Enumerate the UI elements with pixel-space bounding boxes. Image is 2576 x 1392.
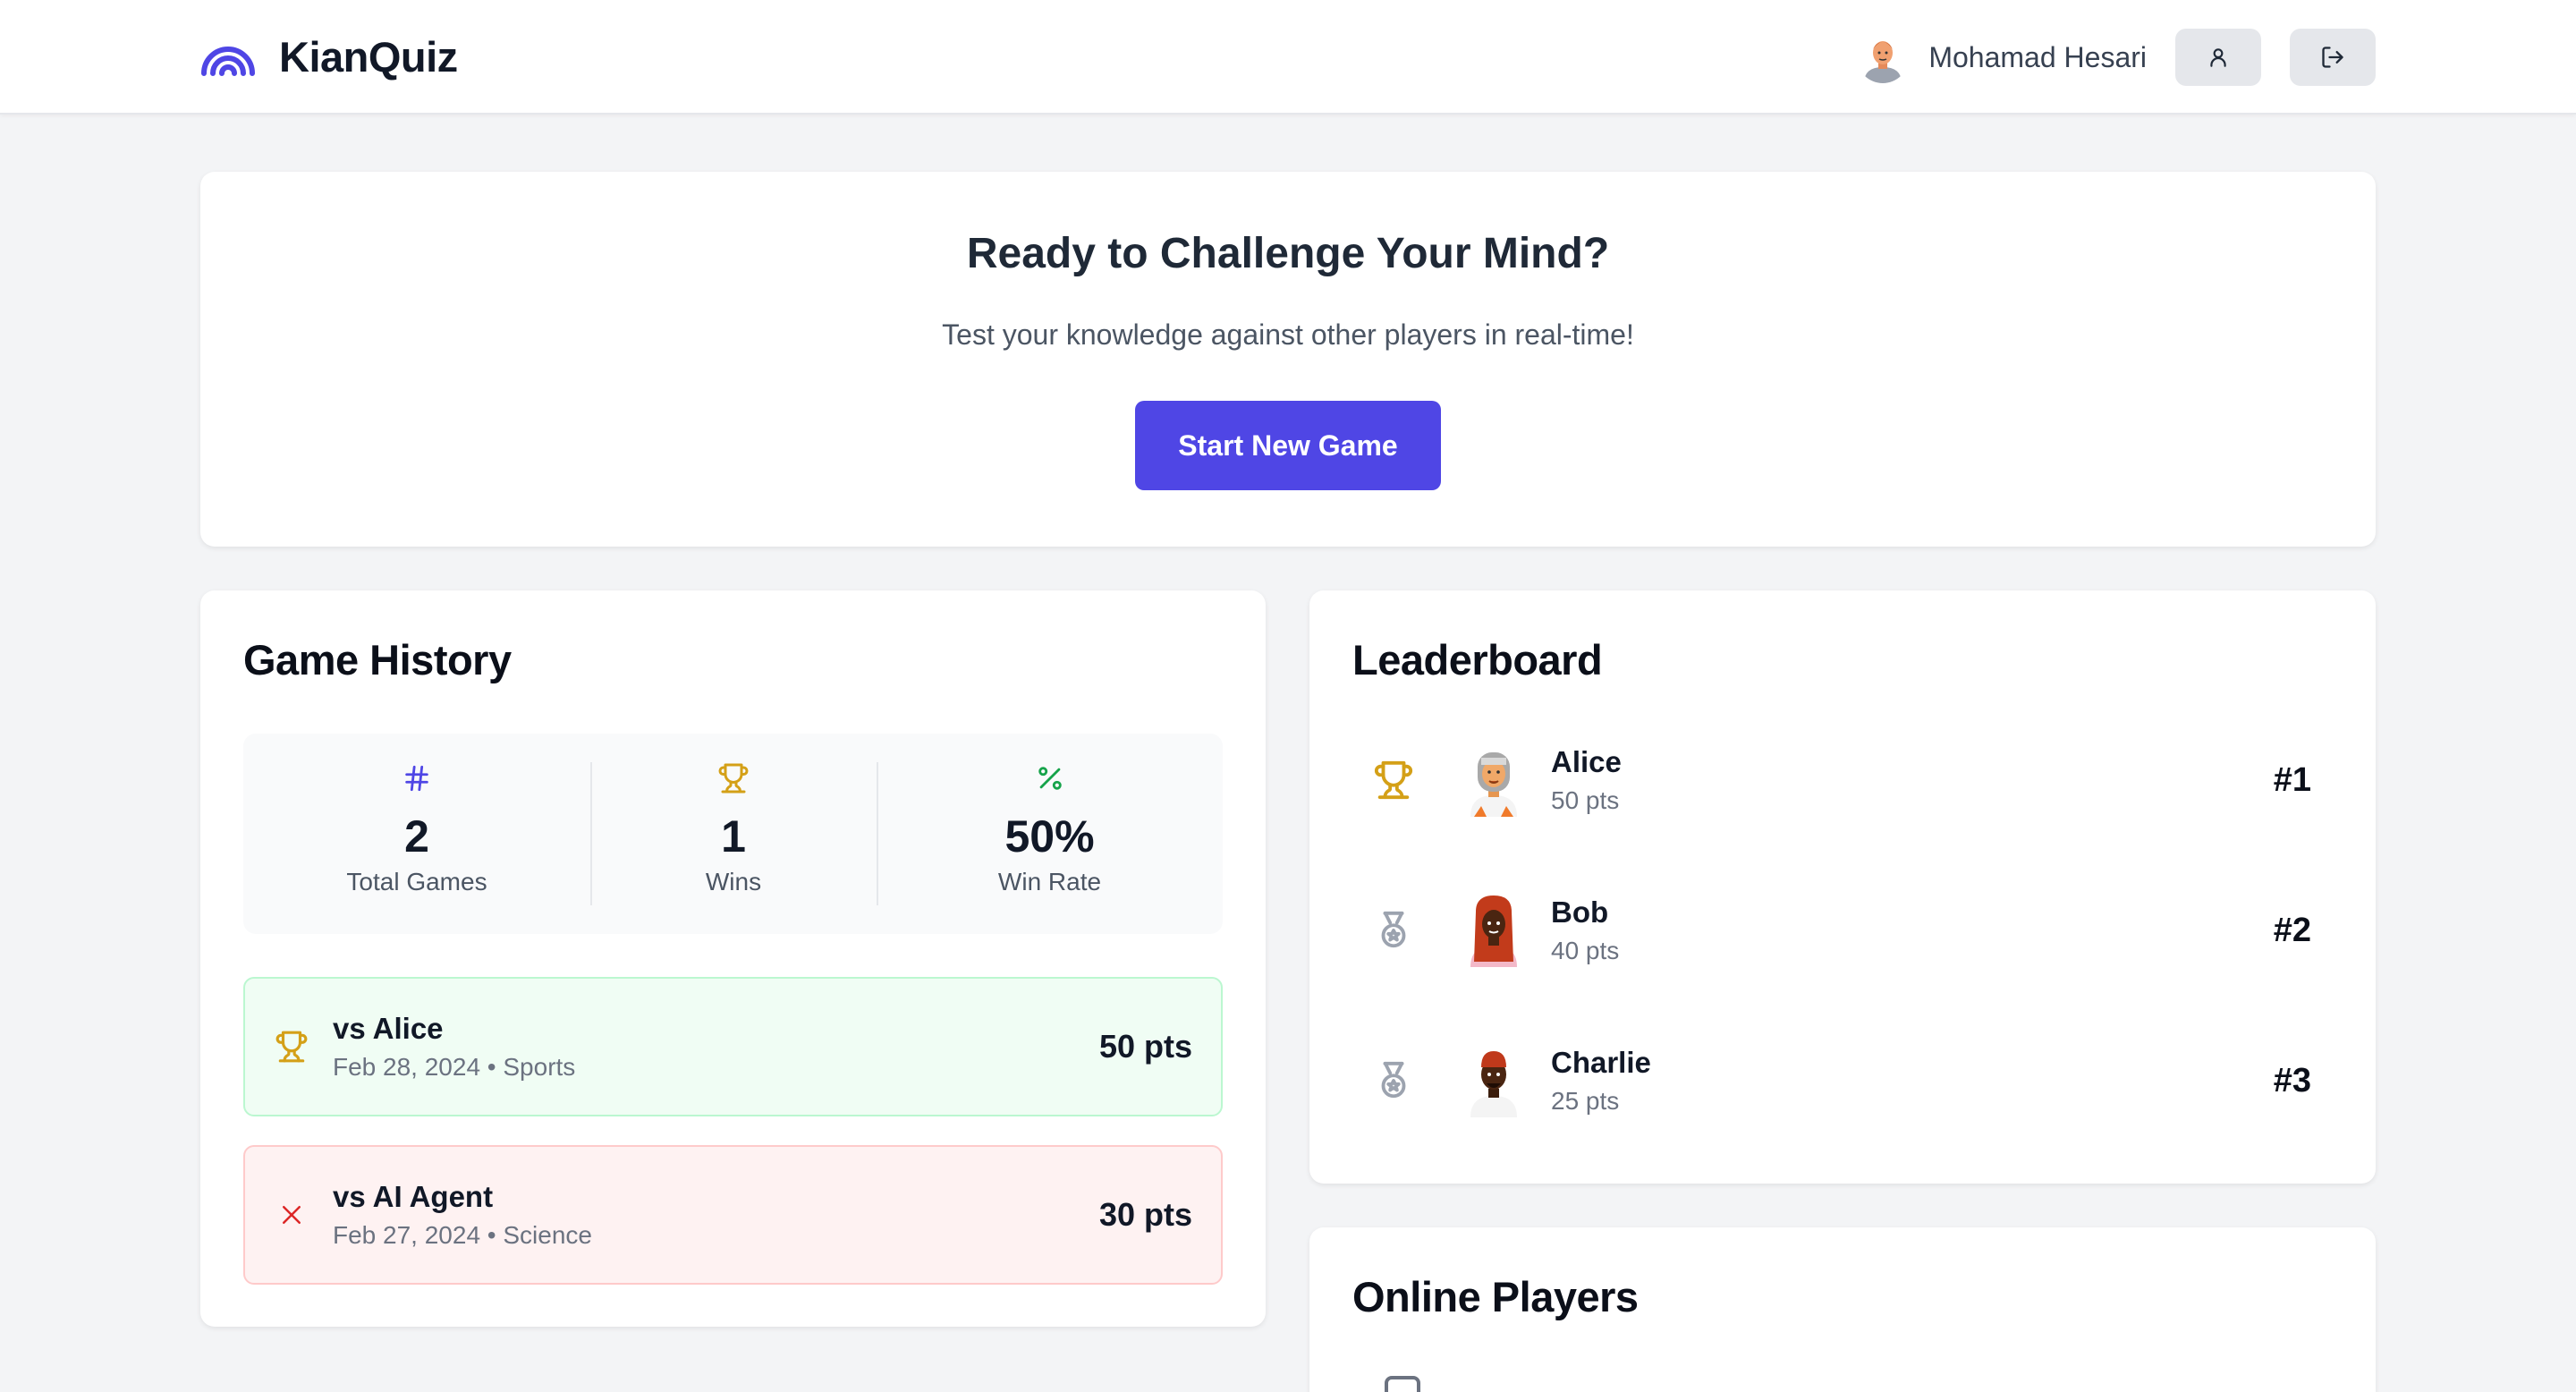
user-name: Mohamad Hesari <box>1928 40 2147 73</box>
leaderboard-row[interactable]: Bob 40 pts #2 <box>1352 877 2333 984</box>
player-rank: #2 <box>2273 911 2311 949</box>
brand-logo-icon <box>201 46 255 76</box>
game-history-item[interactable]: vs Alice Feb 28, 2024 • Sports 50 pts <box>243 977 1223 1116</box>
stat-wins: 1 Wins <box>590 734 877 934</box>
logout-button[interactable] <box>2290 29 2376 86</box>
profile-button[interactable] <box>2175 29 2261 86</box>
leaderboard-title: Leaderboard <box>1352 636 1603 683</box>
medal-icon <box>1370 907 1417 954</box>
stat-value: 1 <box>721 811 746 862</box>
game-info: vs AI Agent Feb 27, 2024 • Science <box>333 1180 1099 1250</box>
user-avatar[interactable] <box>1857 31 1910 83</box>
game-history-item[interactable]: vs AI Agent Feb 27, 2024 • Science 30 pt… <box>243 1145 1223 1285</box>
stat-value: 50% <box>1004 811 1095 862</box>
start-new-game-button[interactable]: Start New Game <box>1135 401 1441 490</box>
game-opponent: vs Alice <box>333 1012 444 1045</box>
avatar <box>1463 743 1524 817</box>
stat-label: Wins <box>705 868 762 895</box>
close-icon <box>274 1197 309 1233</box>
player-name: Bob <box>1551 895 1609 929</box>
player-name: Charlie <box>1551 1046 1651 1079</box>
hero-title: Ready to Challenge Your Mind? <box>966 230 1610 277</box>
leaderboard-row[interactable]: Alice 50 pts #1 <box>1352 726 2333 834</box>
hero-card: Ready to Challenge Your Mind? Test your … <box>200 172 2376 547</box>
player-points: 40 pts <box>1551 937 1620 964</box>
game-points: 30 pts <box>1098 1196 1192 1233</box>
stat-label: Total Games <box>346 868 487 895</box>
hash-icon <box>399 760 435 796</box>
leaderboard-card: Leaderboard Alice 50 pts #1 Bob 40 pts #… <box>1309 590 2376 1184</box>
medal-icon <box>1370 1057 1417 1104</box>
user-icon <box>2210 48 2226 67</box>
stat-value: 2 <box>404 811 429 862</box>
avatar <box>1463 1044 1524 1117</box>
percent-icon <box>1032 760 1068 796</box>
user-area: Mohamad Hesari <box>1857 29 2376 86</box>
trophy-icon <box>716 760 751 796</box>
stat-total-games: 2 Total Games <box>243 734 590 934</box>
player-rank: #1 <box>2273 760 2311 799</box>
online-player-item-peek <box>1385 1376 1420 1392</box>
online-players-title: Online Players <box>1352 1273 1639 1320</box>
game-opponent: vs AI Agent <box>333 1180 494 1213</box>
history-stats: 2 Total Games 1 Wins 50% Win Rate <box>243 734 1223 934</box>
player-points: 25 pts <box>1551 1087 1620 1115</box>
game-info: vs Alice Feb 28, 2024 • Sports <box>333 1012 1099 1082</box>
player-rank: #3 <box>2273 1061 2311 1099</box>
game-history-title: Game History <box>243 636 512 683</box>
stat-win-rate: 50% Win Rate <box>877 734 1223 934</box>
player-name: Alice <box>1551 745 1622 778</box>
logout-icon <box>2322 47 2343 68</box>
game-history-card: Game History 2 Total Games 1 Wins 50% Wi… <box>200 590 1266 1327</box>
brand[interactable]: KianQuiz <box>200 32 458 81</box>
game-meta: Feb 27, 2024 • Science <box>333 1221 592 1249</box>
player-points: 50 pts <box>1551 786 1620 814</box>
online-players-card: Online Players <box>1309 1227 2376 1392</box>
brand-name: KianQuiz <box>279 33 458 81</box>
trophy-icon <box>1370 757 1417 803</box>
leaderboard-player: Charlie 25 pts <box>1551 1046 2274 1116</box>
game-meta: Feb 28, 2024 • Sports <box>333 1053 576 1081</box>
leaderboard-player: Alice 50 pts <box>1551 745 2274 815</box>
leaderboard-row[interactable]: Charlie 25 pts #3 <box>1352 1027 2333 1134</box>
hero-subtitle: Test your knowledge against other player… <box>942 318 1634 351</box>
stat-label: Win Rate <box>997 868 1102 895</box>
trophy-icon <box>274 1029 309 1065</box>
leaderboard-player: Bob 40 pts <box>1551 895 2274 965</box>
top-navbar: KianQuiz Mohamad Hesari <box>0 0 2576 115</box>
game-points: 50 pts <box>1098 1028 1192 1065</box>
avatar <box>1463 894 1524 967</box>
